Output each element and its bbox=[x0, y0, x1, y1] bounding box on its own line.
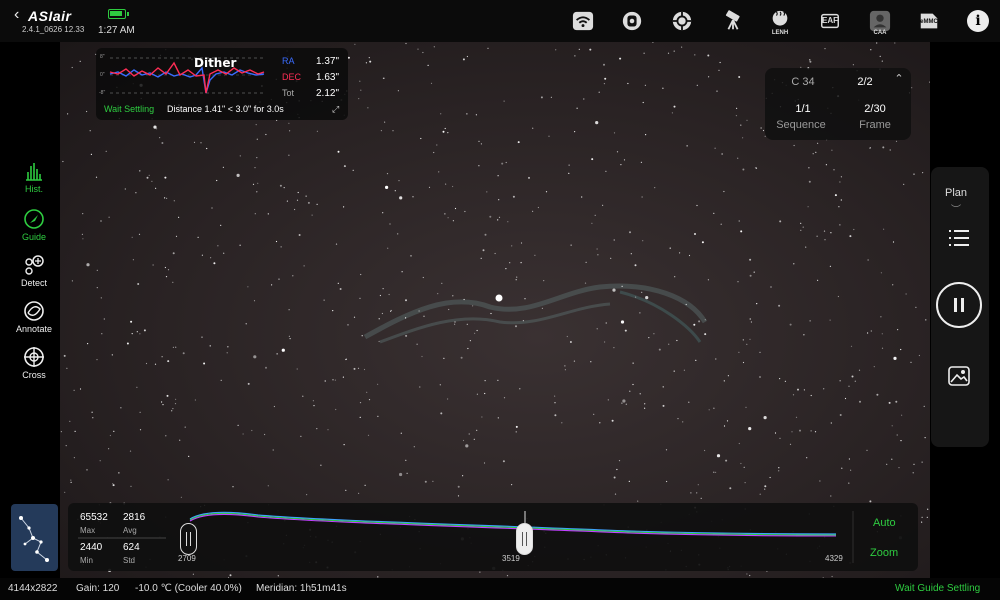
right-panel: Plan ︶ bbox=[931, 167, 989, 447]
hist-mid-tick: 3519 bbox=[502, 554, 520, 563]
tot-label: Tot bbox=[282, 88, 295, 98]
storage-icon[interactable]: eMMC bbox=[916, 10, 942, 32]
sequence-label: Sequence bbox=[776, 119, 826, 131]
constellation-icon bbox=[19, 516, 49, 562]
image-resolution: 4144x2822 bbox=[8, 583, 58, 594]
tot-value: 2.12" bbox=[316, 88, 340, 99]
storage-label: eMMC bbox=[920, 19, 938, 25]
rotator-label: CAA bbox=[873, 30, 887, 36]
list-icon[interactable] bbox=[948, 229, 970, 247]
focuser-icon[interactable]: EAF bbox=[817, 10, 843, 32]
sequence-panel[interactable]: C 34 2/2 ⌃ 1/1 Sequence 2/30 Frame bbox=[765, 68, 911, 140]
guide-state: Wait Guide Settling bbox=[895, 583, 981, 594]
guide-label: Guide bbox=[21, 232, 47, 242]
guide-distance: Distance 1.41" < 3.0" for 3.0s bbox=[167, 104, 284, 114]
camera-gain: Gain: 120 bbox=[76, 583, 120, 594]
cross-label: Cross bbox=[22, 370, 46, 380]
sensor-temperature: -10.0 ℃ (Cooler 40.0%) bbox=[135, 583, 242, 594]
rotator-icon[interactable]: CAA bbox=[867, 10, 893, 36]
target-name: C 34 bbox=[791, 76, 815, 88]
group-counter: 2/2 bbox=[857, 76, 873, 88]
collapse-chevron-icon[interactable]: ⌃ bbox=[893, 72, 905, 85]
black-point-slider[interactable] bbox=[180, 523, 197, 555]
back-icon[interactable]: ‹ bbox=[14, 7, 26, 23]
detect-label: Detect bbox=[20, 278, 47, 288]
meridian-countdown: Meridian: 1h51m41s bbox=[256, 583, 347, 594]
ra-label: RA bbox=[282, 56, 295, 66]
lens-heater-label: LENH bbox=[771, 30, 789, 36]
cross-tool[interactable]: Cross bbox=[0, 346, 68, 380]
dec-guide-line bbox=[109, 61, 265, 94]
expand-icon[interactable]: ⤢ bbox=[332, 104, 339, 115]
filter-wheel-icon[interactable] bbox=[669, 10, 695, 32]
guide-status: Wait Settling bbox=[104, 104, 155, 114]
hist-left-tick: 2709 bbox=[178, 554, 196, 563]
pause-button[interactable] bbox=[936, 282, 982, 328]
guide-graph-panel[interactable]: 8" 0" -8" Dither RA 1.37" DEC 1.63" Tot … bbox=[96, 48, 348, 120]
annotate-tool[interactable]: Annotate bbox=[0, 300, 68, 334]
battery-icon bbox=[108, 9, 129, 19]
frame-value: 2/30 bbox=[864, 103, 886, 115]
guide-tool[interactable]: Guide bbox=[0, 208, 68, 242]
zoom-button[interactable]: Zoom bbox=[870, 547, 898, 559]
hist-right-tick: 4329 bbox=[825, 554, 843, 563]
sequence-value: 1/1 bbox=[795, 103, 811, 115]
guide-axis-top: 8" bbox=[100, 54, 105, 60]
guide-icon bbox=[24, 209, 44, 229]
status-bar: 4144x2822 Gain: 120 -10.0 ℃ (Cooler 40.0… bbox=[0, 578, 1000, 600]
histogram-label: Hist. bbox=[25, 184, 43, 194]
plan-label[interactable]: Plan bbox=[945, 187, 967, 199]
annotate-label: Annotate bbox=[15, 324, 53, 334]
crosshair-icon bbox=[24, 347, 44, 367]
frame-label: Frame bbox=[859, 119, 891, 131]
brand-logo: ASIair bbox=[28, 8, 72, 24]
plan-chevron-icon[interactable]: ︶ bbox=[951, 201, 961, 216]
guide-axis-bottom: -8" bbox=[99, 90, 106, 96]
constellation-thumbnail[interactable] bbox=[11, 504, 58, 571]
auto-stretch-button[interactable]: Auto bbox=[873, 517, 896, 529]
histogram-icon bbox=[26, 163, 42, 181]
lens-heater-icon[interactable]: LENH bbox=[767, 10, 793, 36]
midpoint-slider[interactable] bbox=[516, 523, 533, 555]
histogram-panel: 65532 Max 2816 Avg 2440 Min 624 Std 2709… bbox=[68, 503, 918, 571]
top-bar: ‹ ASIair 2.4.1_0626 12.33 1:27 AM LENH E… bbox=[0, 0, 1000, 42]
guide-title: Dither bbox=[194, 56, 237, 70]
ra-value: 1.37" bbox=[316, 56, 340, 67]
guide-axis-mid: 0" bbox=[100, 72, 105, 78]
info-icon[interactable]: i bbox=[967, 10, 989, 32]
detect-tool[interactable]: Detect bbox=[0, 254, 68, 288]
detect-icon bbox=[25, 255, 44, 275]
annotate-icon bbox=[24, 301, 44, 321]
dec-label: DEC bbox=[282, 72, 302, 82]
telescope-mount-icon[interactable] bbox=[720, 10, 746, 32]
clock: 1:27 AM bbox=[98, 25, 135, 36]
focuser-label: EAF bbox=[822, 16, 838, 25]
wifi-icon[interactable] bbox=[570, 10, 596, 32]
camera-icon[interactable] bbox=[619, 10, 645, 32]
image-gallery-icon[interactable] bbox=[948, 366, 970, 386]
dec-value: 1.63" bbox=[316, 72, 340, 83]
histogram-tool[interactable]: Hist. bbox=[0, 160, 68, 194]
app-version: 2.4.1_0626 12.33 bbox=[22, 25, 85, 34]
